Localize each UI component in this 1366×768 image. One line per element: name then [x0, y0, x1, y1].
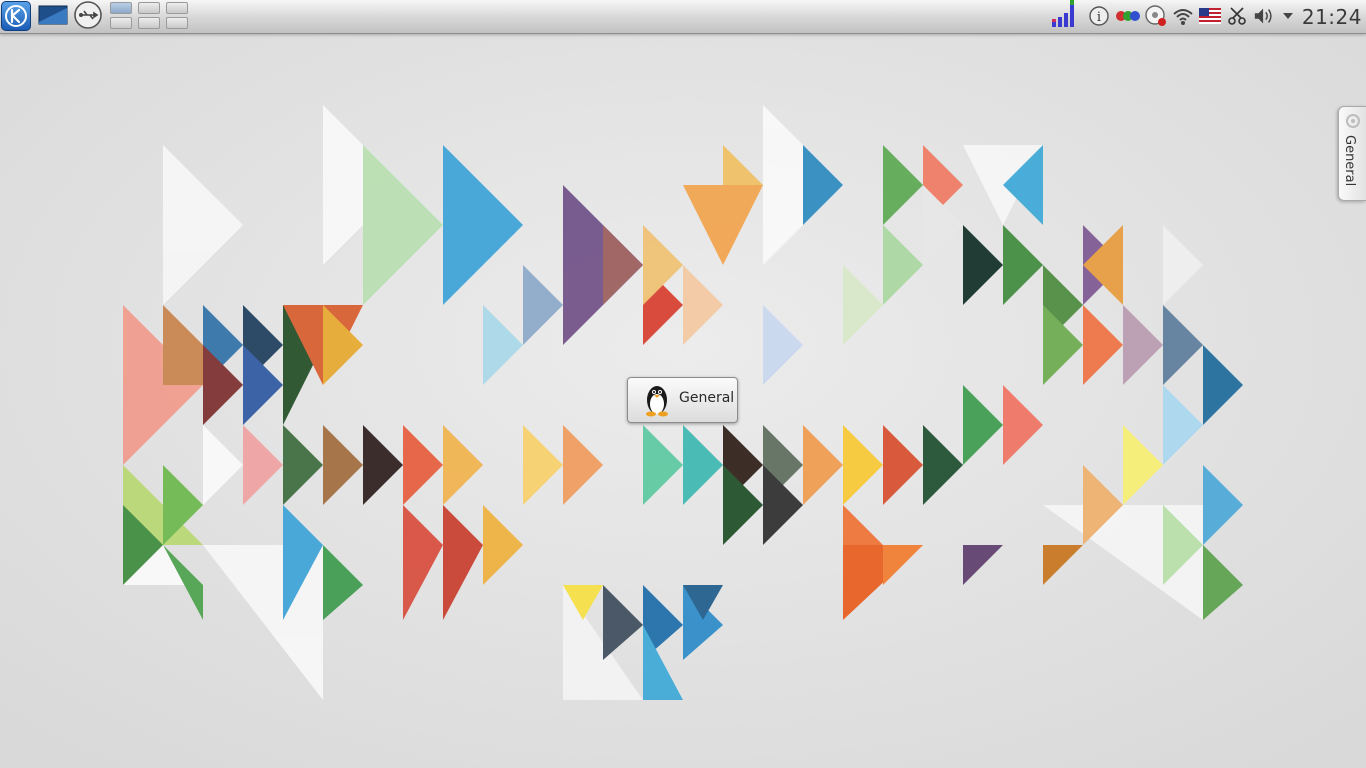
- pager-desktop-4[interactable]: [110, 17, 132, 29]
- pager-desktop-1[interactable]: [110, 2, 132, 14]
- folder-view-button[interactable]: General: [627, 377, 738, 423]
- kde-k-icon: [1, 1, 31, 31]
- svg-text:i: i: [1097, 10, 1101, 25]
- color-circles-icon[interactable]: [1115, 5, 1141, 27]
- wifi-icon[interactable]: [1172, 5, 1194, 27]
- pager-desktop-2[interactable]: [138, 2, 160, 14]
- show-desktop-button[interactable]: [37, 0, 69, 33]
- info-icon[interactable]: i: [1088, 5, 1110, 27]
- toolbox-cashew-icon: [1345, 113, 1361, 133]
- virtual-desktop-pager[interactable]: [108, 0, 192, 33]
- chevron-down-icon[interactable]: [1280, 5, 1296, 27]
- pager-desktop-6[interactable]: [166, 17, 188, 29]
- tux-penguin-icon: [642, 383, 672, 421]
- system-monitor-bars-icon[interactable]: [1049, 0, 1077, 27]
- application-launcher-button[interactable]: [0, 0, 33, 33]
- pager-desktop-5[interactable]: [138, 17, 160, 29]
- volume-icon[interactable]: [1253, 5, 1275, 27]
- usb-device-notifier-icon: [73, 0, 103, 34]
- us-flag-keyboard-layout-icon[interactable]: [1199, 5, 1221, 27]
- toolbox-label: General: [1342, 135, 1357, 187]
- pager-desktop-3[interactable]: [166, 2, 188, 14]
- top-panel: i 21:24: [0, 0, 1366, 34]
- folder-view-label: General: [679, 390, 735, 406]
- device-notifier-button[interactable]: [71, 0, 105, 33]
- disk-notifier-icon[interactable]: [1145, 5, 1167, 27]
- digital-clock[interactable]: 21:24: [1302, 2, 1362, 32]
- desktop-toolbox[interactable]: General: [1338, 106, 1366, 201]
- show-desktop-icon: [38, 4, 68, 30]
- scissors-clipboard-icon[interactable]: [1226, 5, 1248, 27]
